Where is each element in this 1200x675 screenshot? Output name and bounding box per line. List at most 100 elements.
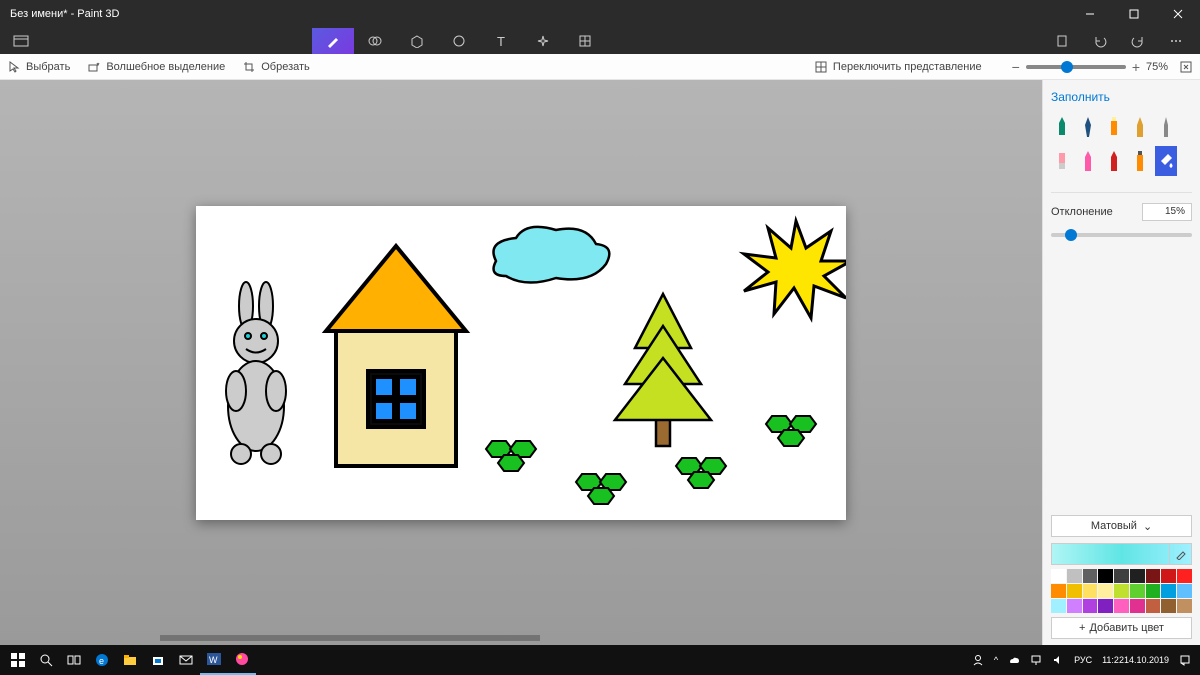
eyedropper-button[interactable] (1169, 543, 1191, 565)
title-bar: Без имени* - Paint 3D (0, 0, 1200, 28)
crayon-tool[interactable] (1077, 146, 1099, 176)
pencil-tool[interactable] (1155, 112, 1177, 142)
palette-color[interactable] (1161, 584, 1176, 598)
maximize-button[interactable] (1112, 0, 1156, 28)
taskview-button[interactable] (60, 645, 88, 675)
drawing-sun (744, 221, 846, 318)
spray-tool[interactable] (1129, 146, 1151, 176)
taskbar-edge[interactable]: e (88, 645, 116, 675)
pen-tool[interactable] (1077, 112, 1099, 142)
taskbar-paint3d[interactable] (228, 645, 256, 675)
chevron-down-icon: ⌄ (1143, 520, 1152, 533)
start-button[interactable] (4, 645, 32, 675)
horizontal-scrollbar[interactable] (160, 635, 540, 641)
tray-clock[interactable]: 11:22 14.10.2019 (1097, 645, 1174, 675)
minimize-button[interactable] (1068, 0, 1112, 28)
palette-color[interactable] (1177, 569, 1192, 583)
tray-volume-icon[interactable] (1047, 645, 1069, 675)
zoom-out-button[interactable]: − (1012, 59, 1020, 75)
effects-tab[interactable] (522, 28, 564, 54)
grid-icon (815, 61, 827, 73)
palette-color[interactable] (1067, 584, 1082, 598)
magic-icon (88, 61, 100, 73)
palette-color[interactable] (1161, 599, 1176, 613)
palette-color[interactable] (1083, 569, 1098, 583)
brush-tools (1051, 112, 1192, 176)
palette-color[interactable] (1098, 599, 1113, 613)
zoom-slider[interactable] (1026, 65, 1126, 69)
shapes2d-tab[interactable] (354, 28, 396, 54)
paste-button[interactable] (1048, 28, 1076, 54)
pixel-pen-tool[interactable] (1103, 146, 1125, 176)
fill-tool[interactable] (1155, 146, 1177, 176)
app-title: Без имени* - Paint 3D (0, 8, 119, 20)
taskbar-explorer[interactable] (116, 645, 144, 675)
taskbar: e W ^ РУС 11:22 14.10.2019 (0, 645, 1200, 675)
palette-color[interactable] (1051, 569, 1066, 583)
palette-color[interactable] (1114, 599, 1129, 613)
deviation-slider[interactable] (1051, 233, 1192, 237)
palette-color[interactable] (1161, 569, 1176, 583)
palette-color[interactable] (1177, 599, 1192, 613)
sidebar: Заполнить Отклонение 15% Матовый ⌄ (1042, 80, 1200, 645)
search-button[interactable] (32, 645, 60, 675)
text-tab[interactable]: T (480, 28, 522, 54)
taskbar-store[interactable] (144, 645, 172, 675)
oil-brush-tool[interactable] (1103, 112, 1125, 142)
palette-color[interactable] (1051, 584, 1066, 598)
material-select[interactable]: Матовый ⌄ (1051, 515, 1192, 537)
select-button[interactable]: Выбрать (8, 61, 70, 73)
tray-chevron-up-icon[interactable]: ^ (989, 645, 1003, 675)
add-color-button[interactable]: + Добавить цвет (1051, 617, 1192, 639)
zoom-in-button[interactable]: + (1132, 59, 1140, 75)
drawing-grass (486, 416, 816, 504)
zoom-control: − + 75% (1012, 59, 1192, 75)
deviation-input[interactable]: 15% (1142, 203, 1192, 221)
palette-color[interactable] (1146, 599, 1161, 613)
tray-onedrive-icon[interactable] (1003, 645, 1025, 675)
eraser-tool[interactable] (1051, 146, 1073, 176)
palette-color[interactable] (1130, 569, 1145, 583)
canvas-tab[interactable] (564, 28, 606, 54)
undo-button[interactable] (1086, 28, 1114, 54)
zoom-value: 75% (1146, 61, 1174, 73)
palette-color[interactable] (1083, 584, 1098, 598)
sidebar-tab-fill[interactable]: Заполнить (1051, 86, 1192, 112)
palette-color[interactable] (1146, 569, 1161, 583)
palette-color[interactable] (1083, 599, 1098, 613)
tray-language[interactable]: РУС (1069, 645, 1097, 675)
marker-tool[interactable] (1051, 112, 1073, 142)
canvas-viewport[interactable] (0, 80, 1042, 645)
current-color-swatch[interactable] (1051, 543, 1192, 565)
palette-color[interactable] (1067, 599, 1082, 613)
taskbar-word[interactable]: W (200, 645, 228, 675)
palette-color[interactable] (1130, 584, 1145, 598)
file-menu-button[interactable] (10, 32, 32, 50)
redo-button[interactable] (1124, 28, 1152, 54)
magic-select-button[interactable]: Волшебное выделение (88, 61, 225, 73)
palette-color[interactable] (1177, 584, 1192, 598)
palette-color[interactable] (1098, 569, 1113, 583)
tray-network-icon[interactable] (1025, 645, 1047, 675)
crop-button[interactable]: Обрезать (243, 61, 310, 73)
palette-color[interactable] (1130, 599, 1145, 613)
watercolor-tool[interactable] (1129, 112, 1151, 142)
palette-color[interactable] (1051, 599, 1066, 613)
palette-color[interactable] (1098, 584, 1113, 598)
tray-notifications-icon[interactable] (1174, 645, 1196, 675)
more-button[interactable] (1162, 28, 1190, 54)
tray-people-icon[interactable] (967, 645, 989, 675)
shapes3d-tab[interactable] (396, 28, 438, 54)
taskbar-mail[interactable] (172, 645, 200, 675)
palette-color[interactable] (1114, 584, 1129, 598)
toggle-view-button[interactable]: Переключить представление (815, 61, 982, 73)
stickers-tab[interactable] (438, 28, 480, 54)
palette-color[interactable] (1146, 584, 1161, 598)
brushes-tab[interactable] (312, 28, 354, 54)
palette-color[interactable] (1114, 569, 1129, 583)
palette-color[interactable] (1067, 569, 1082, 583)
close-button[interactable] (1156, 0, 1200, 28)
ribbon: T (0, 28, 1200, 54)
zoom-fit-icon[interactable] (1180, 61, 1192, 73)
canvas[interactable] (196, 206, 846, 520)
